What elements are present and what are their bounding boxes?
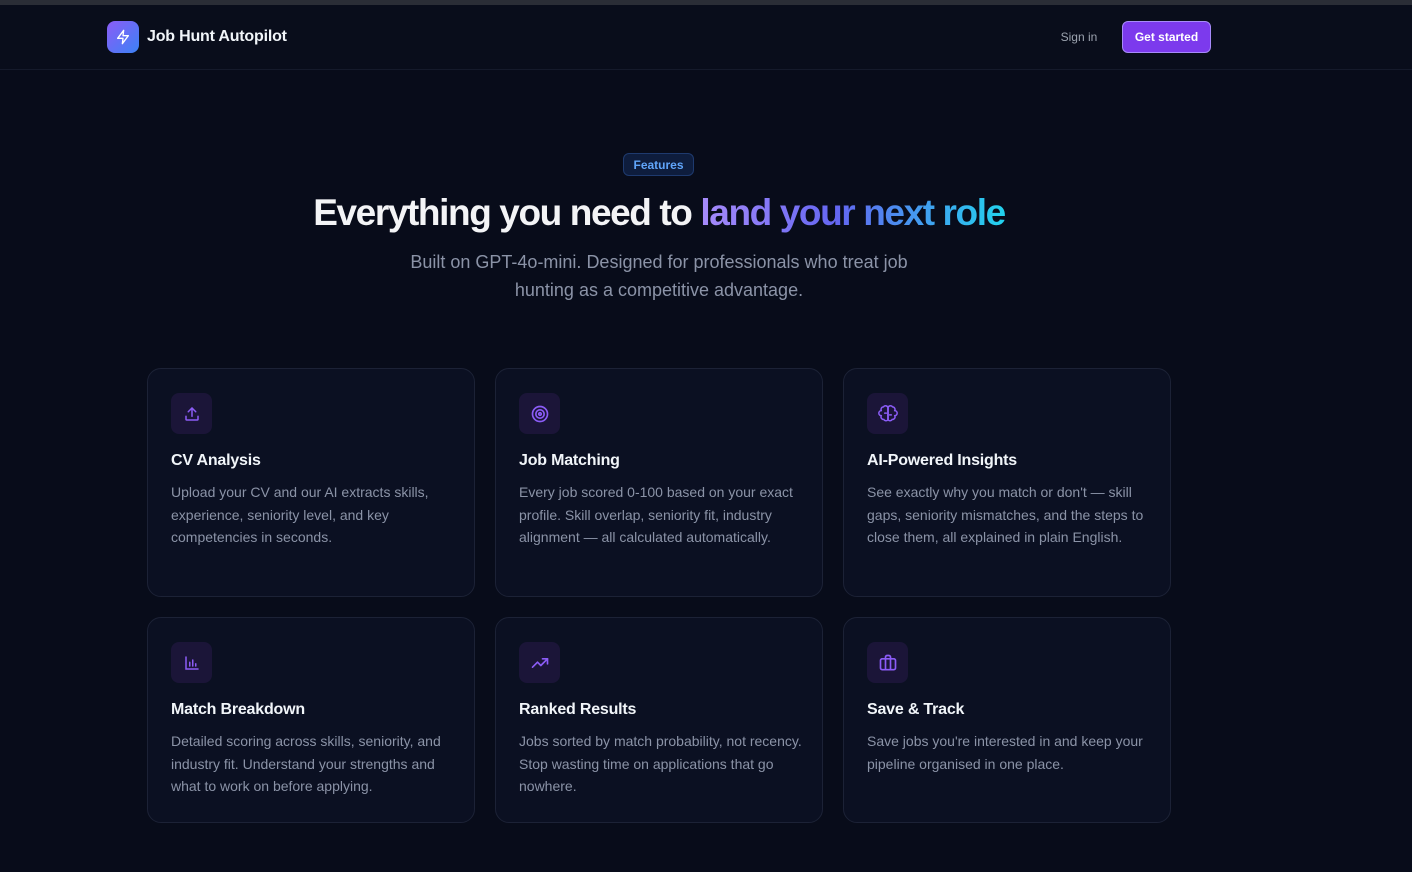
upload-icon [171,393,212,434]
bar-chart-icon [171,642,212,683]
hero-subtitle: Built on GPT-4o-mini. Designed for profe… [410,252,908,300]
sign-in-link[interactable]: Sign in [1052,21,1106,53]
feature-description: Save jobs you're interested in and keep … [867,733,1143,772]
feature-title: Match Breakdown [171,701,305,718]
brain-icon [867,393,908,434]
features-badge: Features [623,153,694,176]
page-headline: Everything you need to land your next ro… [0,190,1318,236]
feature-description: Every job scored 0-100 based on your exa… [519,484,793,546]
headline-plain: Everything you need to [313,192,701,233]
feature-card-ranked-results: Ranked Results Jobs sorted by match prob… [495,617,823,823]
feature-title: Job Matching [519,452,620,469]
feature-title: Ranked Results [519,701,637,718]
feature-description: Jobs sorted by match probability, not re… [519,733,802,795]
feature-card-job-matching: Job Matching Every job scored 0-100 base… [495,368,823,597]
target-icon [519,393,560,434]
get-started-button[interactable]: Get started [1122,21,1211,53]
trending-up-icon [519,642,560,683]
feature-card-match-breakdown: Match Breakdown Detailed scoring across … [147,617,475,823]
feature-description: Upload your CV and our AI extracts skill… [171,484,429,546]
feature-title: AI-Powered Insights [867,452,1017,469]
brand[interactable]: Job Hunt Autopilot [107,21,287,53]
feature-card-save-track: Save & Track Save jobs you're interested… [843,617,1171,823]
headline-gradient: land your next role [700,192,1006,233]
feature-title: CV Analysis [171,452,261,469]
lightning-bolt-icon [107,21,139,53]
feature-title: Save & Track [867,701,965,718]
briefcase-icon [867,642,908,683]
feature-description: Detailed scoring across skills, seniorit… [171,733,441,795]
top-navbar: Job Hunt Autopilot Sign in Get started [0,5,1412,70]
feature-card-cv-analysis: CV Analysis Upload your CV and our AI ex… [147,368,475,597]
feature-card-ai-insights: AI-Powered Insights See exactly why you … [843,368,1171,597]
brand-name: Job Hunt Autopilot [147,28,287,45]
feature-description: See exactly why you match or don't — ski… [867,484,1144,546]
